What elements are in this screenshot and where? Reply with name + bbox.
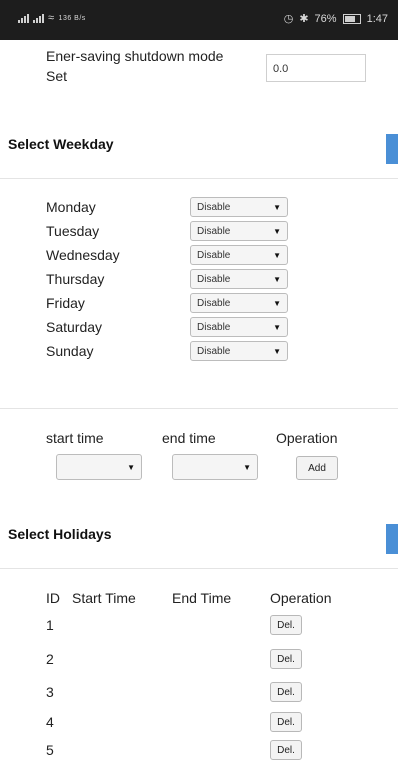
status-bar: ≈ 136 B/s ◷ ✱ 76% 1:47 bbox=[0, 0, 398, 40]
energy-label-line2: Set bbox=[46, 68, 68, 84]
dropdown-arrow-icon: ▼ bbox=[273, 298, 281, 308]
clock-time: 1:47 bbox=[366, 12, 388, 25]
day-select-tuesday[interactable]: Disable ▼ bbox=[190, 221, 288, 241]
alarm-icon: ◷ bbox=[283, 13, 294, 25]
wifi-icon: ≈ bbox=[48, 12, 55, 24]
battery-icon bbox=[342, 13, 361, 24]
select-value: Disable bbox=[197, 225, 231, 237]
delete-button[interactable]: Del. bbox=[270, 740, 302, 760]
select-value: Disable bbox=[197, 345, 231, 357]
delete-button[interactable]: Del. bbox=[270, 615, 302, 635]
day-label-sunday: Sunday bbox=[46, 343, 94, 359]
start-time-select[interactable]: ▼ bbox=[56, 454, 142, 480]
weekday-toggle-button[interactable] bbox=[386, 134, 398, 164]
delete-button[interactable]: Del. bbox=[270, 649, 302, 669]
day-label-thursday: Thursday bbox=[46, 271, 105, 287]
status-left: ≈ 136 B/s bbox=[18, 12, 86, 24]
divider bbox=[0, 568, 398, 569]
dropdown-arrow-icon: ▼ bbox=[273, 226, 281, 236]
col-header-operation: Operation bbox=[270, 590, 332, 606]
day-select-friday[interactable]: Disable ▼ bbox=[190, 293, 288, 313]
energy-label: Ener-saving shutdown mode Set bbox=[46, 46, 223, 86]
table-row-id: 3 bbox=[46, 684, 54, 700]
add-button[interactable]: Add bbox=[296, 456, 338, 480]
col-header-start-time: Start Time bbox=[72, 590, 136, 606]
dropdown-arrow-icon: ▼ bbox=[127, 462, 135, 472]
holidays-section-title: Select Holidays bbox=[8, 526, 112, 542]
signal-icon bbox=[18, 13, 29, 23]
select-value: Disable bbox=[197, 249, 231, 261]
day-select-sunday[interactable]: Disable ▼ bbox=[190, 341, 288, 361]
table-row-id: 2 bbox=[46, 651, 54, 667]
battery-percent: 76% bbox=[314, 12, 337, 25]
day-select-thursday[interactable]: Disable ▼ bbox=[190, 269, 288, 289]
day-label-friday: Friday bbox=[46, 295, 85, 311]
operation-label: Operation bbox=[276, 430, 338, 446]
select-value: Disable bbox=[197, 321, 231, 333]
delete-button[interactable]: Del. bbox=[270, 682, 302, 702]
select-value: Disable bbox=[197, 273, 231, 285]
dropdown-arrow-icon: ▼ bbox=[273, 274, 281, 284]
dropdown-arrow-icon: ▼ bbox=[273, 202, 281, 212]
day-select-saturday[interactable]: Disable ▼ bbox=[190, 317, 288, 337]
table-row-id: 5 bbox=[46, 742, 54, 758]
energy-label-line1: Ener-saving shutdown mode bbox=[46, 48, 224, 64]
energy-value-field[interactable]: 0.0 bbox=[266, 54, 366, 82]
col-header-end-time: End Time bbox=[172, 590, 232, 606]
dropdown-arrow-icon: ▼ bbox=[273, 322, 281, 332]
signal-icon bbox=[33, 13, 44, 23]
start-time-label: start time bbox=[46, 430, 104, 446]
table-row-id: 1 bbox=[46, 617, 54, 633]
day-select-monday[interactable]: Disable ▼ bbox=[190, 197, 288, 217]
dropdown-arrow-icon: ▼ bbox=[273, 346, 281, 356]
network-speed: 136 B/s bbox=[58, 14, 86, 22]
day-label-monday: Monday bbox=[46, 199, 96, 215]
divider bbox=[0, 178, 398, 179]
end-time-label: end time bbox=[162, 430, 216, 446]
table-row-id: 4 bbox=[46, 714, 54, 730]
end-time-select[interactable]: ▼ bbox=[172, 454, 258, 480]
bluetooth-icon: ✱ bbox=[299, 13, 309, 25]
dropdown-arrow-icon: ▼ bbox=[243, 462, 251, 472]
select-value: Disable bbox=[197, 201, 231, 213]
col-header-id: ID bbox=[46, 590, 60, 606]
day-label-tuesday: Tuesday bbox=[46, 223, 100, 239]
select-value: Disable bbox=[197, 297, 231, 309]
day-label-wednesday: Wednesday bbox=[46, 247, 120, 263]
holidays-toggle-button[interactable] bbox=[386, 524, 398, 554]
dropdown-arrow-icon: ▼ bbox=[273, 250, 281, 260]
divider bbox=[0, 408, 398, 409]
delete-button[interactable]: Del. bbox=[270, 712, 302, 732]
weekday-section-title: Select Weekday bbox=[8, 136, 114, 152]
day-select-wednesday[interactable]: Disable ▼ bbox=[190, 245, 288, 265]
status-right: ◷ ✱ 76% 1:47 bbox=[283, 12, 388, 26]
day-label-saturday: Saturday bbox=[46, 319, 103, 335]
